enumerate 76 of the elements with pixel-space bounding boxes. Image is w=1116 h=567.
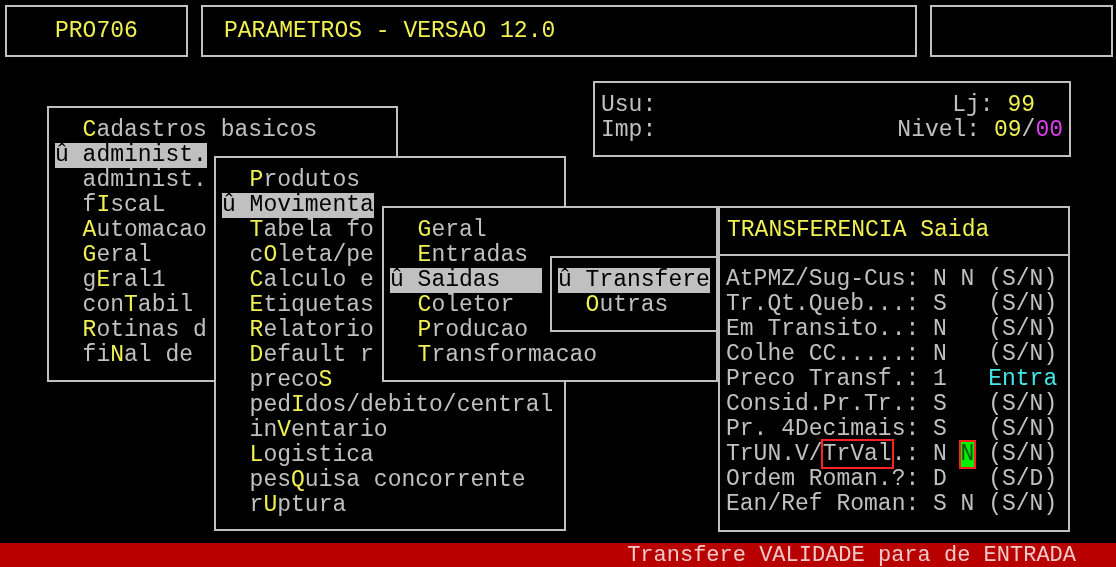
setting-value[interactable]: S — [933, 392, 947, 417]
menu-item[interactable]: pedIdos/debito/central — [222, 393, 554, 418]
menu-item[interactable]: Tabela fo — [222, 218, 374, 243]
hint-text: (S/N) — [988, 342, 1058, 367]
menu-item[interactable]: Coletor — [390, 293, 515, 318]
hint-text: (S/N) — [988, 492, 1058, 517]
menu-item[interactable]: Automacao — [55, 218, 207, 243]
setting-value[interactable]: N — [933, 342, 947, 367]
setting-label: Consid.Pr.Tr.: — [726, 392, 920, 417]
menu-item[interactable]: fiNal de — [55, 343, 194, 368]
menu-item[interactable]: Calculo e — [222, 268, 374, 293]
menu-item[interactable]: û Transfere — [558, 268, 710, 293]
menu-item[interactable]: Outras — [558, 293, 669, 318]
hint-text: (S/N) — [988, 317, 1058, 342]
menu-item[interactable]: û administ. — [55, 143, 207, 168]
setting-label: Ean/Ref Roman: — [726, 492, 920, 517]
store-value: 99 — [1007, 93, 1035, 118]
setting-value[interactable]: S — [933, 292, 947, 317]
menu-item[interactable]: Etiquetas — [222, 293, 374, 318]
level-major: 09 — [993, 118, 1022, 143]
menu-item[interactable]: Relatorio — [222, 318, 374, 343]
setting-value[interactable]: 1 — [933, 367, 947, 392]
setting-value[interactable]: N — [933, 267, 947, 292]
setting-value[interactable]: N — [933, 442, 947, 467]
level-separator: / — [1021, 118, 1036, 143]
hint-text: Entra — [988, 367, 1058, 392]
program-code: PRO706 — [55, 18, 138, 44]
menu-item[interactable]: cOleta/pe — [222, 243, 374, 268]
setting-value[interactable]: S — [933, 417, 947, 442]
menu-item[interactable]: Logistica — [222, 443, 374, 468]
hint-text: (S/N) — [988, 442, 1058, 467]
menu-item[interactable]: û Saidas — [390, 268, 542, 293]
setting-value[interactable]: N — [960, 442, 975, 467]
setting-label: Preco Transf.: — [726, 367, 920, 392]
menu-item[interactable]: administ. — [55, 168, 207, 193]
setting-label: Em Transito..: — [726, 317, 920, 342]
menu-item[interactable]: Rotinas d — [55, 318, 207, 343]
screen-title: PARAMETROS - VERSAO 12.0 — [224, 18, 556, 44]
hint-text: (S/N) — [988, 392, 1058, 417]
setting-value[interactable]: N — [960, 267, 975, 292]
menu-item[interactable]: Geral — [55, 243, 152, 268]
menu-item[interactable]: gEral1 — [55, 268, 166, 293]
menu-item[interactable]: precoS — [222, 368, 333, 393]
menu-item[interactable]: û Movimenta — [222, 193, 374, 218]
menu-item[interactable]: Producao — [390, 318, 529, 343]
hint-text: (S/N) — [988, 267, 1058, 292]
setting-label: Tr.Qt.Queb...: — [726, 292, 920, 317]
setting-value[interactable]: D — [933, 467, 947, 492]
store-label: Lj: — [952, 93, 994, 118]
menu-item[interactable]: rUptura — [222, 493, 347, 518]
menu-item[interactable]: conTabil — [55, 293, 194, 318]
user-label: Usu: — [601, 93, 657, 118]
printer-label: Imp: — [601, 118, 657, 143]
menu-item[interactable]: Geral — [390, 218, 487, 243]
menu-item[interactable]: Cadastros basicos — [55, 118, 318, 143]
setting-value[interactable]: S — [933, 492, 947, 517]
menu-item[interactable]: Produtos — [222, 168, 361, 193]
setting-label: AtPMZ/Sug-Cus: — [726, 267, 920, 292]
status-message: Transfere VALIDADE para de ENTRADA — [627, 542, 1076, 567]
menu-item[interactable]: inVentario — [222, 418, 388, 443]
menu-item[interactable]: pesQuisa concorrente — [222, 468, 526, 493]
setting-label: Pr. 4Decimais: — [726, 417, 920, 442]
level-label: Nivel: — [897, 118, 981, 143]
hint-text: (S/D) — [988, 467, 1058, 492]
setting-value[interactable]: N — [960, 492, 975, 517]
setting-label: Colhe CC.....: — [726, 342, 920, 367]
setting-value[interactable]: N — [933, 317, 947, 342]
settings-title: TRANSFERENCIA Saida — [727, 217, 990, 243]
menu-item[interactable]: Entradas — [390, 243, 529, 268]
setting-label: Ordem Roman.?: — [726, 467, 920, 492]
hint-text: (S/N) — [988, 417, 1058, 442]
menu-item[interactable]: Transformacao — [390, 343, 598, 368]
menu-item[interactable]: Default r — [222, 343, 374, 368]
level-minor: 00 — [1035, 118, 1063, 143]
hint-text: (S/N) — [988, 292, 1058, 317]
menu-item[interactable]: fIscaL — [55, 193, 166, 218]
